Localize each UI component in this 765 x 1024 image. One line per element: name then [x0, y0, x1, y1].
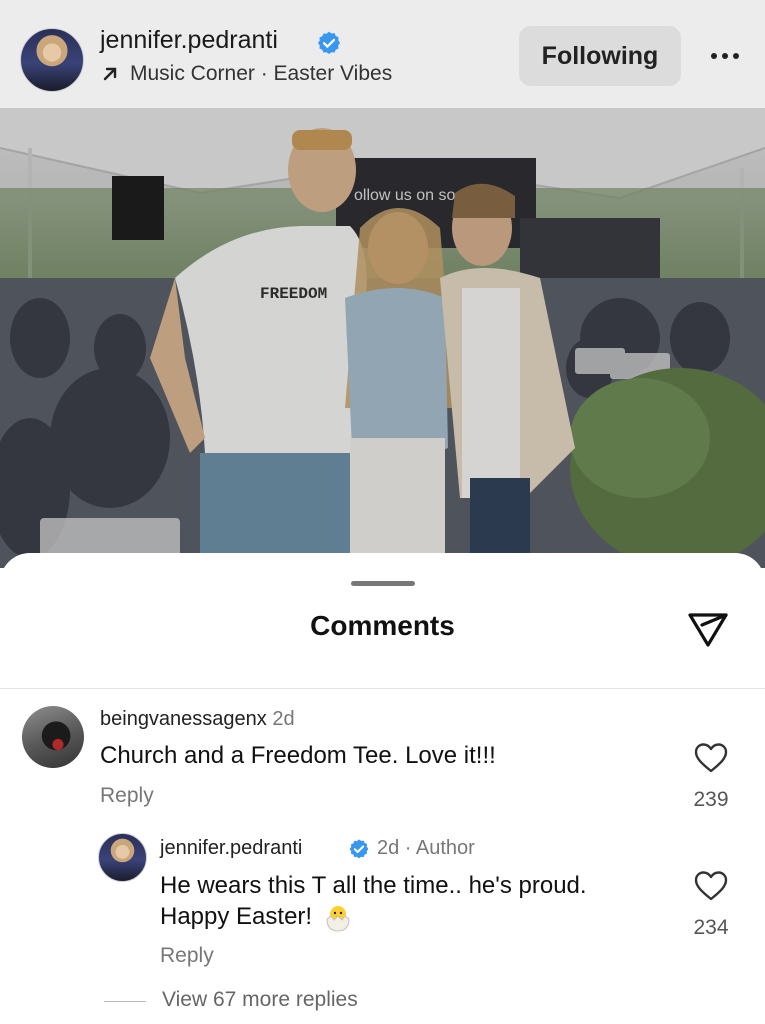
- view-more-line: [104, 1001, 146, 1002]
- reply-button[interactable]: Reply: [160, 944, 214, 968]
- comment-text: Church and a Freedom Tee. Love it!!!: [100, 742, 496, 769]
- reply-text-line2: Happy Easter!: [160, 903, 313, 930]
- arrow-up-right-icon: [103, 67, 117, 81]
- like-heart-icon[interactable]: [694, 742, 728, 774]
- reply-header: jennifer.pedranti: [160, 837, 302, 860]
- comment-header: beingvanessagenx 2d: [100, 708, 295, 731]
- sheet-divider: [0, 688, 765, 689]
- reply-author-avatar[interactable]: [98, 833, 147, 882]
- header-username[interactable]: jennifer.pedranti: [100, 26, 278, 55]
- verified-badge-icon: [349, 839, 369, 859]
- following-button[interactable]: Following: [519, 26, 681, 86]
- reply-button[interactable]: Reply: [100, 784, 154, 808]
- reply-text-line1: He wears this T all the time.. he's prou…: [160, 872, 587, 899]
- audio-subtitle-text: Music Corner · Easter Vibes: [130, 62, 393, 85]
- like-count: 234: [693, 916, 729, 939]
- profile-avatar[interactable]: [20, 28, 84, 92]
- audio-subtitle[interactable]: Music Corner · Easter Vibes: [100, 62, 392, 86]
- comments-title: Comments: [310, 610, 455, 641]
- send-icon[interactable]: [686, 607, 730, 651]
- commenter-avatar[interactable]: [22, 706, 84, 768]
- like-count: 239: [693, 788, 729, 811]
- like-heart-icon[interactable]: [694, 870, 728, 902]
- verified-badge-icon: [317, 31, 341, 55]
- comment-time: 2d: [272, 708, 295, 730]
- reply-meta: 2d · Author: [377, 837, 475, 859]
- post-header: jennifer.pedranti Music Corner · Easter …: [0, 0, 765, 108]
- view-more-replies-button[interactable]: View 67 more replies: [162, 988, 358, 1012]
- more-options-icon[interactable]: [700, 38, 750, 74]
- reply-username[interactable]: jennifer.pedranti: [160, 837, 302, 859]
- hatching-chick-emoji-icon: [326, 905, 350, 932]
- post-photo[interactable]: ollow us on soc FREEDOM: [0, 108, 765, 568]
- reply-text-line2-wrap: Happy Easter!: [160, 901, 353, 933]
- photo-dim-overlay: [0, 108, 765, 568]
- drag-handle[interactable]: [351, 581, 415, 586]
- comment-username[interactable]: beingvanessagenx: [100, 708, 267, 730]
